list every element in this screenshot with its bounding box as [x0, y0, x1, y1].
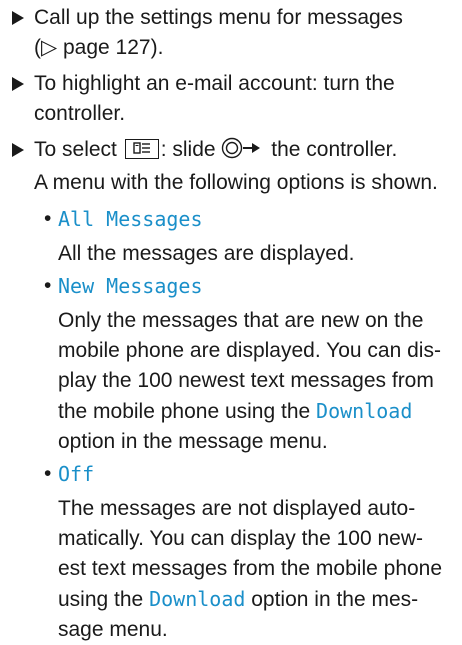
desc-line: sage menu. [58, 618, 168, 641]
step-2-line-1: To highlight an e-mail account: turn the [34, 72, 395, 95]
bullet: • [44, 274, 52, 297]
arrow-icon [12, 77, 24, 91]
instruction-step-1: Call up the settings menu for messages (… [10, 3, 454, 63]
download-keyword: Download [149, 587, 246, 611]
desc-text: the mobile phone using the [58, 400, 317, 423]
arrow-icon [12, 143, 24, 157]
option-all-messages-label: All Messages [58, 207, 203, 231]
option-title: • All Messages [44, 204, 454, 235]
desc-line: using the Download option in the mes- [58, 584, 454, 615]
instruction-step-2: To highlight an e-mail account: turn the… [10, 69, 454, 129]
option-new-messages-label: New Messages [58, 274, 203, 298]
desc-line: play the 100 newest text messages from [58, 369, 434, 392]
option-new-messages: • New Messages Only the messages that ar… [44, 271, 454, 457]
manual-page: Call up the settings menu for messages (… [0, 0, 462, 641]
arrow-icon [12, 11, 24, 25]
step-1-line-1: Call up the settings menu for messages [34, 6, 403, 29]
desc-line: mobile phone are displayed. You can dis- [58, 339, 441, 362]
bullet: • [44, 462, 52, 485]
desc-text: option in the mes- [245, 588, 419, 611]
option-description: The messages are not displayed auto- mat… [44, 494, 454, 645]
controller-slide-icon [221, 137, 265, 168]
option-description: All the messages are displayed. [44, 239, 454, 269]
page-ref-link[interactable]: page 127). [57, 36, 163, 59]
desc-line: matically. You can display the 100 new- [58, 527, 423, 550]
desc-line: option in the message menu. [58, 430, 328, 453]
desc-line: All the messages are displayed. [58, 242, 355, 265]
step-3-mid: : slide [160, 138, 222, 161]
option-off-label: Off [58, 462, 95, 486]
step-3-line-1: To select : slide the controller. [34, 135, 454, 168]
options-list: • All Messages All the messages are disp… [10, 204, 454, 645]
page-ref-triangle-icon: ▷ [41, 36, 58, 59]
step-1-line-2: (▷ page 127). [34, 33, 454, 63]
download-keyword: Download [316, 399, 413, 423]
step-1-paren: ( [34, 36, 41, 59]
desc-text: using the [58, 588, 150, 611]
instruction-step-3: To select : slide the controller. A menu… [10, 135, 454, 198]
bullet: • [44, 207, 52, 230]
option-title: • New Messages [44, 271, 454, 302]
option-description: Only the messages that are new on the mo… [44, 306, 454, 457]
option-title: • Off [44, 459, 454, 490]
step-3-line-2: A menu with the following options is sho… [34, 171, 438, 194]
option-off: • Off The messages are not displayed aut… [44, 459, 454, 645]
phone-menu-icon [124, 139, 159, 159]
desc-line: The messages are not displayed auto- [58, 497, 416, 520]
desc-line: est text messages from the mobile phone [58, 557, 443, 580]
step-3-prefix: To select [34, 138, 123, 161]
step-2-line-2: controller. [34, 102, 126, 125]
desc-line: the mobile phone using the Download [58, 396, 454, 427]
option-all-messages: • All Messages All the messages are disp… [44, 204, 454, 269]
step-3-suffix: the controller. [265, 138, 398, 161]
desc-line: Only the messages that are new on the [58, 309, 424, 332]
